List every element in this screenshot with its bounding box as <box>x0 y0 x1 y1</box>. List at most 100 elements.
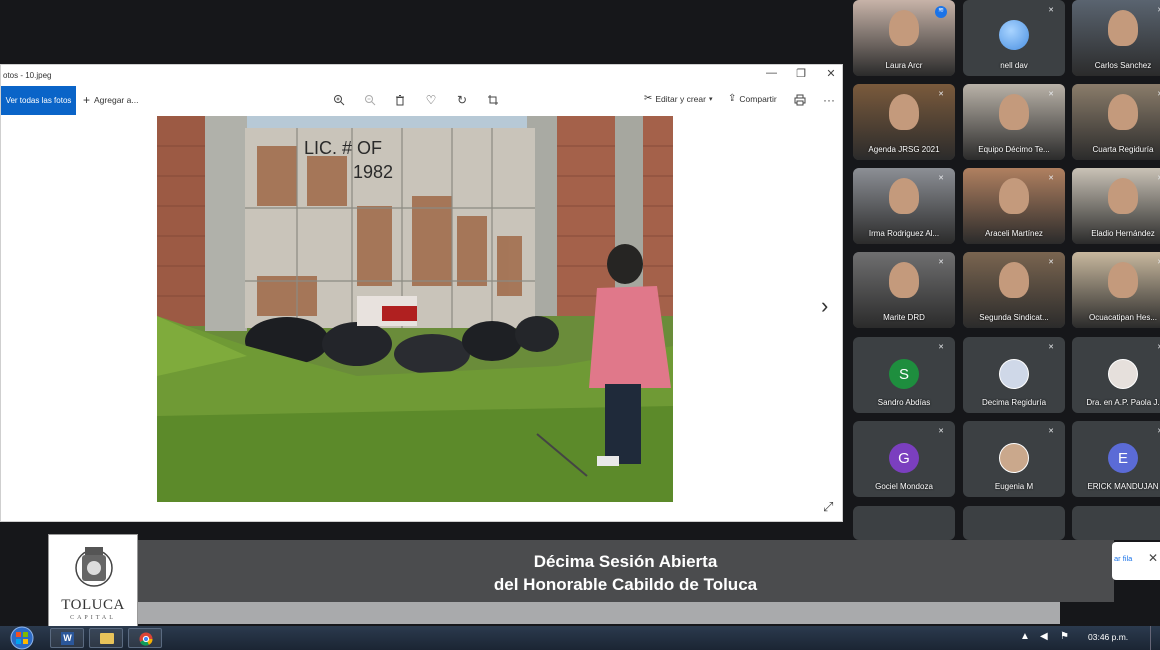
mic-muted-icon: ✕ <box>1048 428 1054 435</box>
participant-tile[interactable]: G ✕ Gociel Mondoza <box>853 421 955 497</box>
chevron-down-icon: ▾ <box>708 95 713 103</box>
participant-avatar: G <box>889 443 919 473</box>
participant-name: Eugenia M <box>994 482 1034 491</box>
participant-tile[interactable]: ✕ Equipo Décimo Te... <box>963 84 1065 160</box>
participant-name: nell dav <box>1000 61 1028 70</box>
mic-muted-icon: ✕ <box>938 344 944 351</box>
participant-name: Irma Rodriguez Al... <box>868 229 940 238</box>
participant-figure <box>999 262 1029 298</box>
more-options-icon[interactable]: ··· <box>822 93 836 107</box>
mic-muted-icon: ✕ <box>1154 174 1160 186</box>
start-button[interactable] <box>6 626 38 650</box>
participant-tile[interactable]: ✕ Cuarta Regiduría <box>1072 84 1160 160</box>
print-icon[interactable] <box>793 93 807 107</box>
session-banner: Décima Sesión Abierta del Honorable Cabi… <box>137 540 1114 602</box>
participant-tile[interactable]: ✕ nell dav <box>963 0 1065 76</box>
crop-icon[interactable] <box>486 93 500 107</box>
participant-tile-partial[interactable] <box>963 506 1065 540</box>
participant-tile[interactable]: ≋ Laura Arcr <box>853 0 955 76</box>
screen: otos - 10.jpeg — ❐ ✕ Ver todas las fotos… <box>0 0 1160 650</box>
mic-muted-icon: ✕ <box>1154 90 1160 102</box>
participant-tile-partial[interactable] <box>853 506 955 540</box>
photo-gate-text-1: LIC. # OF <box>304 138 382 158</box>
maximize-icon[interactable]: ❐ <box>796 67 806 80</box>
photos-toolbar: Ver todas las fotos + Agregar a... ♡ ↻ ✂… <box>1 86 842 116</box>
participant-avatar <box>999 20 1029 50</box>
participant-tile[interactable]: E ✕ ERICK MANDUJAN <box>1072 421 1160 497</box>
zoom-out-icon[interactable] <box>363 93 377 107</box>
participant-tile[interactable]: ✕ Decima Regiduría <box>963 337 1065 413</box>
edit-icon: ✂ <box>644 93 653 104</box>
edit-create-button[interactable]: ✂ Editar y crear ▾ <box>644 93 712 104</box>
chrome-icon <box>139 632 153 646</box>
delete-icon[interactable] <box>393 93 407 107</box>
favorite-icon[interactable]: ♡ <box>424 93 438 107</box>
explorer-taskbar-button[interactable] <box>89 628 123 648</box>
plus-icon: + <box>83 93 91 107</box>
participant-name: Gociel Mondoza <box>875 482 933 491</box>
photos-app-window: otos - 10.jpeg — ❐ ✕ Ver todas las fotos… <box>0 64 843 522</box>
logo-subtitle: CAPITAL <box>70 615 116 621</box>
participant-figure <box>1108 94 1138 130</box>
mic-muted-icon: ✕ <box>1048 91 1054 98</box>
zoom-in-icon[interactable] <box>332 93 346 107</box>
participant-tile[interactable]: ✕ Agenda JRSG 2021 <box>853 84 955 160</box>
minimize-icon[interactable]: — <box>766 67 777 80</box>
participant-avatar <box>999 443 1029 473</box>
photo-image: LIC. # OF 1982 <box>157 116 673 502</box>
share-button[interactable]: ⇪ Compartir <box>728 93 777 104</box>
folder-icon <box>100 633 114 644</box>
participant-tile-partial[interactable] <box>1072 506 1160 540</box>
speaking-icon: ≋ <box>935 6 947 18</box>
volume-icon[interactable]: ◀ <box>1040 631 1048 642</box>
participant-figure <box>999 178 1029 214</box>
participant-tile[interactable]: ✕ Eladio Hernández <box>1072 168 1160 244</box>
banner-stripe <box>137 602 1060 624</box>
lower-hand-label: ar fila <box>1114 554 1133 563</box>
logo-name: TOLUCA <box>61 597 125 613</box>
participant-tile[interactable]: ✕ Marite DRD <box>853 252 955 328</box>
lower-hand-bar[interactable]: ar fila ✕ <box>1112 542 1160 580</box>
participant-tile[interactable]: ✕ Ocuacatipan Hes... <box>1072 252 1160 328</box>
banner-line-2: del Honorable Cabildo de Toluca <box>493 575 758 594</box>
clock[interactable]: 03:46 p.m. <box>1088 632 1128 642</box>
add-to-label: Agregar a... <box>94 95 139 105</box>
share-icon: ⇪ <box>728 93 737 104</box>
participant-tile[interactable]: ✕ Segunda Sindicat... <box>963 252 1065 328</box>
mic-muted-icon: ✕ <box>1048 7 1054 14</box>
fullscreen-icon[interactable]: ⤢ <box>823 499 833 515</box>
participant-name: Decima Regiduría <box>981 398 1047 407</box>
word-taskbar-button[interactable]: W <box>50 628 84 648</box>
participant-tile[interactable]: ✕ Dra. en A.P. Paola J. <box>1072 337 1160 413</box>
participant-name: Araceli Martínez <box>985 229 1043 238</box>
participant-avatar: S <box>889 359 919 389</box>
chrome-taskbar-button[interactable] <box>128 628 162 648</box>
participant-tile[interactable]: ✕ Irma Rodriguez Al... <box>853 168 955 244</box>
next-photo-arrow-icon[interactable]: › <box>821 293 828 319</box>
add-to-button[interactable]: + Agregar a... <box>83 93 138 107</box>
participant-avatar: E <box>1108 443 1138 473</box>
window-title: otos - 10.jpeg <box>3 70 52 80</box>
mic-muted-icon: ✕ <box>1154 343 1160 355</box>
participant-figure <box>999 94 1029 130</box>
participant-name: Laura Arcr <box>885 61 923 70</box>
view-all-photos-button[interactable]: Ver todas las fotos <box>1 86 76 115</box>
rotate-icon[interactable]: ↻ <box>455 93 469 107</box>
participant-tile[interactable]: ✕ Carlos Sanchez <box>1072 0 1160 76</box>
participant-name: Dra. en A.P. Paola J. <box>1086 398 1160 407</box>
participant-name: Carlos Sanchez <box>1094 61 1152 70</box>
participant-figure <box>1108 262 1138 298</box>
participant-tile[interactable]: S ✕ Sandro Abdías <box>853 337 955 413</box>
participant-tile[interactable]: ✕ Eugenia M <box>963 421 1065 497</box>
participant-name: Sandro Abdías <box>877 398 931 407</box>
participant-name: Segunda Sindicat... <box>979 313 1049 322</box>
show-desktop-button[interactable] <box>1150 626 1160 650</box>
close-icon[interactable]: ✕ <box>1148 551 1158 565</box>
close-icon[interactable]: ✕ <box>826 67 836 80</box>
participant-tile[interactable]: ✕ Araceli Martínez <box>963 168 1065 244</box>
participant-figure <box>1108 10 1138 46</box>
participant-figure <box>889 178 919 214</box>
mic-muted-icon: ✕ <box>938 259 944 266</box>
tray-expand-icon[interactable]: ▲ <box>1020 631 1030 642</box>
flag-icon[interactable]: ⚑ <box>1060 631 1069 642</box>
